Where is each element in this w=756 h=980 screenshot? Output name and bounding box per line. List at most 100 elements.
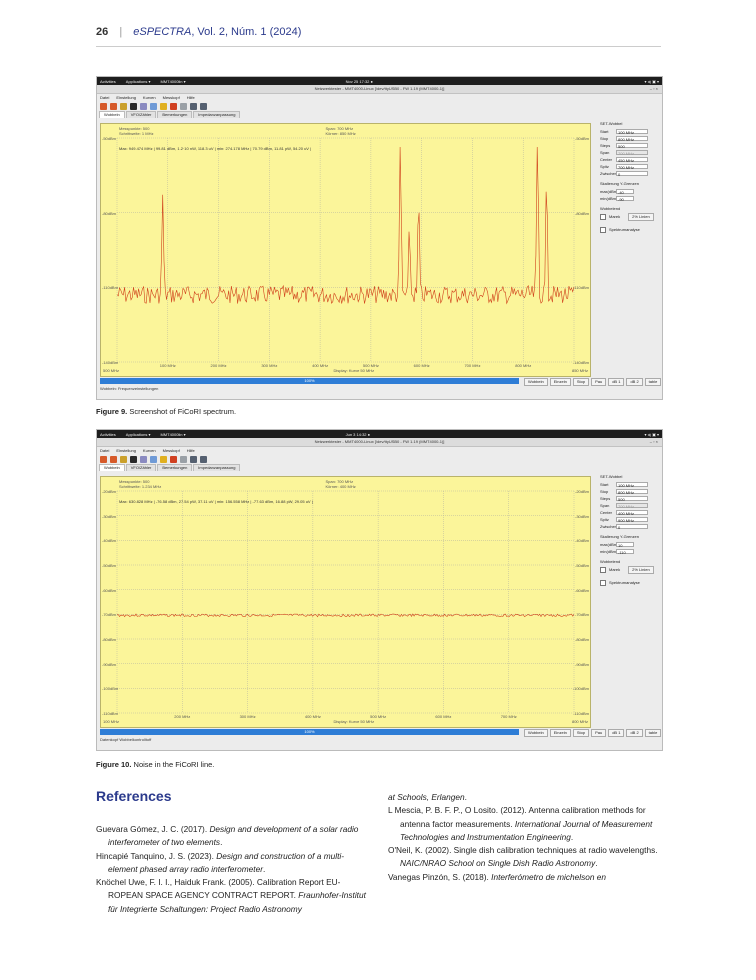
toolbar-icon[interactable] xyxy=(200,455,207,463)
field-input[interactable]: -90 xyxy=(616,196,634,202)
toolbar-icon[interactable] xyxy=(150,455,157,463)
window-controls[interactable]: – ▫ × xyxy=(650,438,658,446)
spectrum-checkbox[interactable] xyxy=(600,579,606,586)
toolbar-icon[interactable] xyxy=(180,455,187,463)
toolbar-icon[interactable] xyxy=(190,102,197,110)
marker-checkbox[interactable] xyxy=(600,566,606,573)
control-button[interactable]: Pau xyxy=(591,378,607,386)
reference-tail: . xyxy=(595,858,598,869)
activities-button[interactable]: Activities xyxy=(100,79,116,84)
menu-item[interactable]: Einstellung xyxy=(116,94,136,101)
applications-menu[interactable]: Applications ▾ xyxy=(126,79,151,84)
tab[interactable]: VFO/Zähler xyxy=(125,111,157,118)
clock[interactable]: Jun 3 14:32 ● xyxy=(346,432,370,437)
system-menu[interactable]: ▾ ◂) ▣ ▾ xyxy=(645,432,659,437)
field-input[interactable]: 800 MHz xyxy=(616,489,648,495)
tab[interactable]: Wobbeln xyxy=(99,111,125,118)
field-input[interactable]: 500 xyxy=(616,496,648,502)
control-button[interactable]: dB 2 xyxy=(626,378,643,386)
control-button[interactable]: dB 1 xyxy=(608,729,625,737)
toolbar-icon[interactable] xyxy=(170,102,177,110)
app-menu[interactable]: MMT4000lin ▾ xyxy=(160,79,185,84)
field-input[interactable]: 900 MHz xyxy=(616,517,648,523)
field-input[interactable]: 0 xyxy=(616,524,648,530)
menu-item[interactable]: Messkopf xyxy=(163,447,180,454)
app-menu[interactable]: MMT4000lin ▾ xyxy=(160,432,185,437)
field-label: min(dBm) xyxy=(600,549,618,554)
menu-item[interactable]: Messkopf xyxy=(163,94,180,101)
tab[interactable]: Bemerkungen xyxy=(157,464,193,471)
menu-item[interactable]: Einstellung xyxy=(116,447,136,454)
field-input[interactable]: 100 MHz xyxy=(616,482,648,488)
toolbar-icon[interactable] xyxy=(130,102,137,110)
clock[interactable]: Nov 25 17:32 ● xyxy=(346,79,373,84)
toolbar-icon[interactable] xyxy=(190,455,197,463)
window-controls[interactable]: – ▫ × xyxy=(650,85,658,93)
field-input[interactable]: 700 MHz xyxy=(616,164,648,170)
field-input[interactable]: 0 xyxy=(616,171,648,177)
control-button[interactable]: dB 1 xyxy=(608,378,625,386)
toolbar-icon[interactable] xyxy=(110,455,117,463)
toolbar-icon[interactable] xyxy=(120,455,127,463)
field-input[interactable]: -110 xyxy=(616,549,634,555)
reference-title: at Schools, Erlangen xyxy=(388,792,465,802)
x-tick-label: 300 MHz xyxy=(239,714,256,719)
toolbar-icon[interactable] xyxy=(100,102,107,110)
field-input[interactable]: 800 MHz xyxy=(616,136,648,142)
toolbar-icon[interactable] xyxy=(150,102,157,110)
system-menu[interactable]: ▾ ◂) ▣ ▾ xyxy=(645,79,659,84)
control-button[interactable]: Wobbeln xyxy=(524,729,548,737)
control-button[interactable]: Stop xyxy=(572,729,590,737)
tab[interactable]: Impedanzanpassung xyxy=(193,111,241,118)
tab[interactable]: Wobbeln xyxy=(99,464,125,471)
toolbar-icon[interactable] xyxy=(200,102,207,110)
control-button[interactable]: Einzeln xyxy=(549,378,571,386)
menu-item[interactable]: Kurven xyxy=(143,447,156,454)
tab[interactable]: VFO/Zähler xyxy=(125,464,157,471)
control-button[interactable]: dB 2 xyxy=(626,729,643,737)
toolbar-icon[interactable] xyxy=(120,102,127,110)
menu-item[interactable]: Hilfe xyxy=(187,94,195,101)
marker-checkbox[interactable] xyxy=(600,213,606,220)
menu-item[interactable]: Hilfe xyxy=(187,447,195,454)
field-input[interactable]: 450 MHz xyxy=(616,157,648,163)
settings-row: Center 450 MHz xyxy=(600,156,658,163)
y-tick-label: -90dBm xyxy=(102,661,117,667)
spectrum-checkbox[interactable] xyxy=(600,226,606,233)
plot-info-left: Messpunkte: 500 Schrittweite: 1.234 MHz xyxy=(119,479,161,489)
control-button[interactable]: Einzeln xyxy=(549,729,571,737)
toolbar-icon[interactable] xyxy=(180,102,187,110)
activities-button[interactable]: Activities xyxy=(100,432,116,437)
menu-item[interactable]: Datei xyxy=(100,447,109,454)
toolbar-icon[interactable] xyxy=(160,102,167,110)
menu-item[interactable]: Kurven xyxy=(143,94,156,101)
control-button[interactable]: table xyxy=(644,378,662,386)
marker-button[interactable]: 2% Linien xyxy=(628,565,654,574)
toolbar-icon[interactable] xyxy=(110,102,117,110)
applications-menu[interactable]: Applications ▾ xyxy=(126,432,151,437)
control-button[interactable]: Wobbeln xyxy=(524,378,548,386)
toolbar-icon[interactable] xyxy=(100,455,107,463)
field-input[interactable]: 400 MHz xyxy=(616,510,648,516)
tab[interactable]: Bemerkungen xyxy=(157,111,193,118)
toolbar-icon[interactable] xyxy=(160,455,167,463)
field-input[interactable]: 100 MHz xyxy=(616,129,648,135)
marker-row: Marek 2% Linien xyxy=(600,565,658,574)
control-button[interactable]: Stop xyxy=(572,378,590,386)
control-button[interactable]: Pau xyxy=(591,729,607,737)
field-label: Center xyxy=(600,157,613,162)
marker-button[interactable]: 2% Linien xyxy=(628,212,654,221)
reference-tail: . xyxy=(220,837,223,848)
toolbar-icon[interactable] xyxy=(170,455,177,463)
toolbar-icon[interactable] xyxy=(140,455,147,463)
control-button[interactable]: table xyxy=(644,729,662,737)
tab[interactable]: Impedanzanpassung xyxy=(193,464,241,471)
field-input[interactable]: -40 xyxy=(616,189,634,195)
menu-item[interactable]: Datei xyxy=(100,94,109,101)
scale-title: Skalierung Y-Grenzen xyxy=(600,181,639,186)
toolbar-icon[interactable] xyxy=(140,102,147,110)
toolbar-icon[interactable] xyxy=(130,455,137,463)
field-input[interactable]: 500 xyxy=(616,143,648,149)
field-input[interactable]: 10 xyxy=(616,542,634,548)
control-buttons: Wobbeln Einzeln Stop Pau dB 1 dB 2 table xyxy=(524,378,662,386)
